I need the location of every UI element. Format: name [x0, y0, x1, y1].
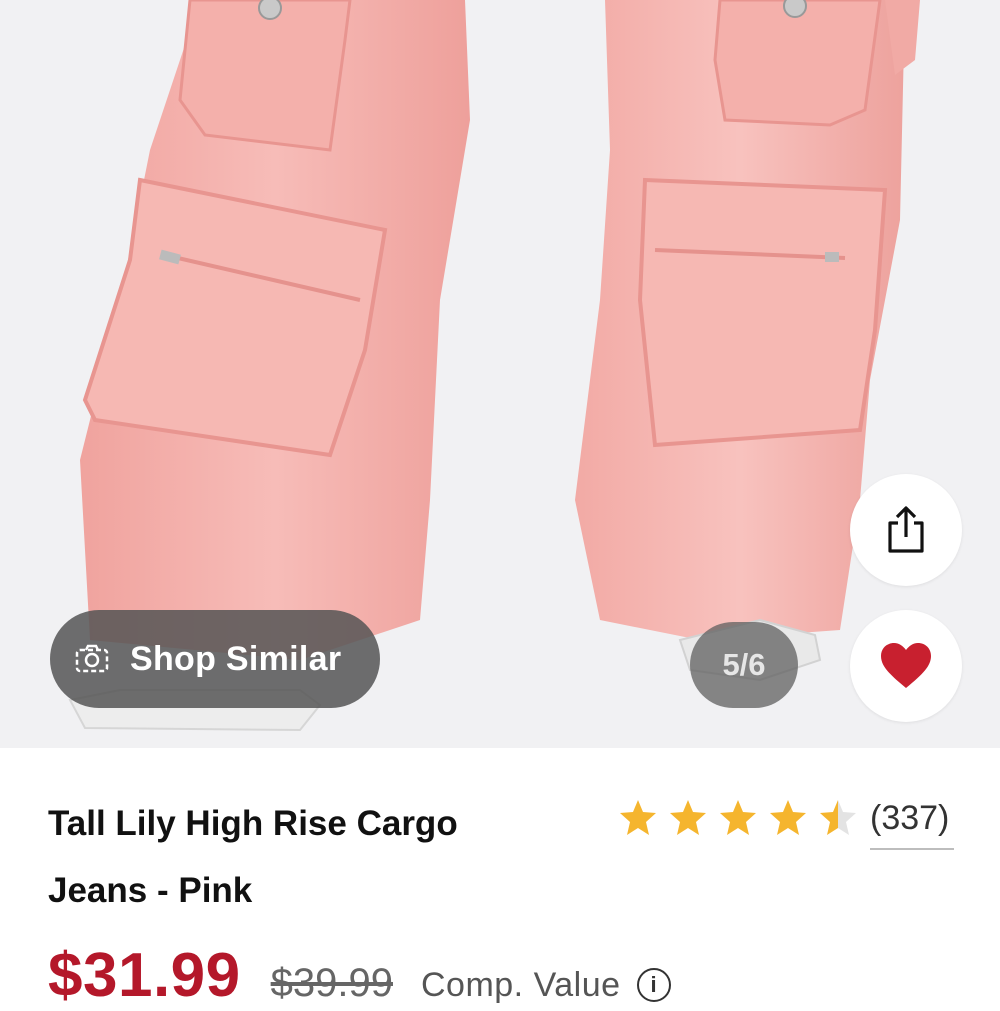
shop-similar-button[interactable]: Shop Similar [50, 610, 380, 708]
review-count[interactable]: (337) [870, 799, 949, 838]
sale-price: $31.99 [48, 941, 241, 1010]
favorite-button[interactable] [850, 610, 962, 722]
review-count-underline [870, 848, 954, 850]
product-rating[interactable]: (337) [618, 798, 949, 838]
product-title: Tall Lily High Rise Cargo Jeans - Pink [48, 790, 588, 924]
star-icon [670, 800, 706, 835]
rating-stars [618, 798, 868, 838]
share-button[interactable] [850, 474, 962, 586]
heart-icon [881, 643, 931, 688]
star-icon [620, 800, 656, 835]
compare-price: $39.99 [270, 961, 393, 1005]
compare-value-label: Comp. Value [420, 966, 621, 1004]
shop-similar-label: Shop Similar [130, 639, 342, 678]
camera-icon [75, 644, 109, 673]
star-icon [720, 800, 756, 835]
image-counter: 5/6 [690, 622, 798, 708]
product-image-gallery[interactable]: Shop Similar 5/6 [0, 0, 1000, 748]
product-title-line-2: Jeans - Pink [48, 871, 253, 910]
share-icon [888, 506, 924, 553]
star-icon [820, 800, 856, 835]
info-icon[interactable]: i [636, 968, 671, 1002]
star-icon [770, 800, 806, 835]
product-title-line-1: Tall Lily High Rise Cargo [48, 804, 458, 843]
